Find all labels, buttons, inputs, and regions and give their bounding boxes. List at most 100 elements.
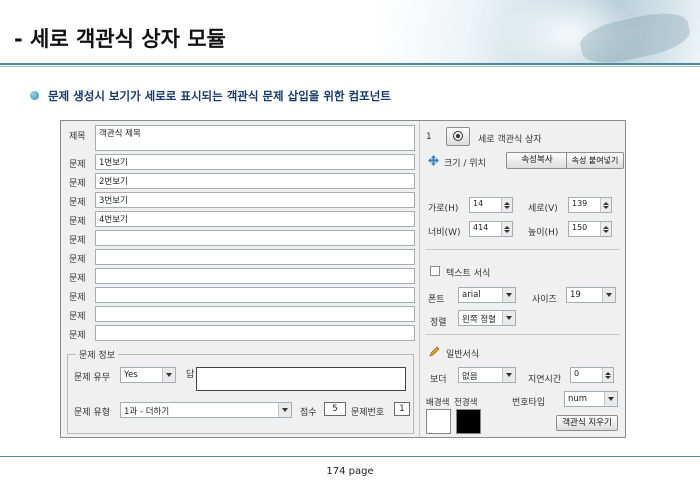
option-row: 문제 bbox=[61, 306, 418, 323]
bullet-icon bbox=[30, 91, 39, 100]
width-value: 414 bbox=[473, 223, 489, 232]
number-type-value: num bbox=[568, 394, 588, 404]
y-label: 세로(V) bbox=[528, 204, 558, 214]
option-label: 문제 bbox=[69, 274, 86, 284]
page-number: 174 page bbox=[326, 466, 374, 477]
text-format-checkbox[interactable] bbox=[430, 266, 440, 276]
copy-properties-button[interactable]: 속성복사 bbox=[506, 152, 568, 169]
option-row: 문제 bbox=[61, 325, 418, 342]
spinner-arrows-icon[interactable] bbox=[600, 198, 611, 212]
target-icon bbox=[453, 131, 463, 141]
border-label: 보더 bbox=[430, 375, 447, 385]
clear-choices-button[interactable]: 객관식 지우기 bbox=[556, 415, 618, 431]
type-select[interactable]: 1과 - 더하기 bbox=[120, 402, 292, 418]
presence-select[interactable]: Yes bbox=[120, 367, 176, 383]
option-input-3[interactable]: 3번보기 bbox=[95, 192, 415, 208]
question-editor-panel: 제목 객관식 제목 문제 1번보기 문제 2번보기 문제 3번보기 문제 4번보… bbox=[61, 121, 418, 437]
align-select[interactable]: 왼쪽 정렬 bbox=[458, 310, 516, 326]
footer-divider bbox=[0, 456, 700, 457]
qnum-input[interactable]: 1 bbox=[394, 402, 410, 416]
delay-spinner[interactable]: 0 bbox=[570, 367, 614, 383]
type-label: 문제 유형 bbox=[74, 408, 110, 418]
option-input-6[interactable] bbox=[95, 249, 415, 265]
x-spinner[interactable]: 14 bbox=[469, 197, 513, 213]
section-divider bbox=[426, 249, 620, 250]
option-row: 문제 3번보기 bbox=[61, 192, 418, 209]
general-format-label: 일반서식 bbox=[446, 350, 480, 360]
option-label: 문제 bbox=[69, 160, 86, 170]
question-info-legend: 문제 정보 bbox=[76, 348, 118, 361]
text-format-label: 텍스트 서식 bbox=[446, 269, 491, 279]
x-label: 가로(H) bbox=[428, 204, 459, 214]
align-label: 정렬 bbox=[430, 318, 447, 328]
title-label: 제목 bbox=[69, 132, 86, 142]
option-input-2[interactable]: 2번보기 bbox=[95, 173, 415, 189]
question-info-group: 문제 정보 문제 유무 Yes 답 문제 유형 1과 - 더하기 점수 5 문제… bbox=[67, 348, 414, 434]
font-label: 폰트 bbox=[428, 295, 445, 305]
height-spinner[interactable]: 150 bbox=[568, 221, 612, 237]
module-index: 1 bbox=[426, 132, 432, 142]
module-name: 세로 객관식 상자 bbox=[478, 135, 542, 145]
score-label: 점수 bbox=[300, 408, 317, 418]
size-label: 사이즈 bbox=[532, 295, 557, 305]
move-icon bbox=[428, 155, 439, 166]
option-label: 문제 bbox=[69, 198, 86, 208]
score-input[interactable]: 5 bbox=[324, 402, 346, 416]
slide-subtitle: 문제 생성시 보기가 세로로 표시되는 객관식 문제 삽입을 위한 컴포넌트 bbox=[48, 89, 391, 103]
chevron-down-icon bbox=[278, 403, 291, 417]
chevron-down-icon bbox=[162, 368, 175, 382]
option-row: 문제 bbox=[61, 268, 418, 285]
presence-label: 문제 유무 bbox=[74, 373, 110, 383]
option-row: 문제 bbox=[61, 287, 418, 304]
width-label: 너비(W) bbox=[428, 228, 461, 238]
option-row: 문제 2번보기 bbox=[61, 173, 418, 190]
size-position-label: 크기 / 위치 bbox=[444, 159, 486, 169]
spinner-arrows-icon[interactable] bbox=[501, 222, 512, 236]
answer-label: 답 bbox=[186, 370, 195, 380]
width-spinner[interactable]: 414 bbox=[469, 221, 513, 237]
title-row: 제목 객관식 제목 bbox=[61, 125, 418, 152]
height-label: 높이(H) bbox=[528, 228, 559, 238]
size-select[interactable]: 19 bbox=[566, 287, 616, 303]
font-select[interactable]: arial bbox=[458, 287, 516, 303]
option-label: 문제 bbox=[69, 312, 86, 322]
title-input[interactable]: 객관식 제목 bbox=[95, 125, 415, 151]
spinner-arrows-icon[interactable] bbox=[600, 222, 611, 236]
answer-input[interactable] bbox=[196, 367, 406, 391]
paste-properties-button[interactable]: 속성 붙여넣기 bbox=[566, 152, 624, 169]
x-value: 14 bbox=[473, 199, 484, 208]
option-input-5[interactable] bbox=[95, 230, 415, 246]
font-value: arial bbox=[462, 290, 481, 300]
module-target-button[interactable] bbox=[446, 127, 470, 146]
chevron-down-icon bbox=[502, 311, 515, 325]
option-input-10[interactable] bbox=[95, 325, 415, 341]
delay-value: 0 bbox=[574, 369, 580, 378]
size-value: 19 bbox=[570, 290, 581, 300]
bg-color-swatch[interactable] bbox=[426, 409, 451, 434]
bg-color-label: 배경색 bbox=[426, 398, 450, 408]
number-type-select[interactable]: num bbox=[564, 391, 618, 407]
y-spinner[interactable]: 139 bbox=[568, 197, 612, 213]
fg-color-swatch[interactable] bbox=[456, 409, 481, 434]
header-decoration bbox=[380, 0, 700, 64]
fg-color-label: 전경색 bbox=[454, 398, 478, 408]
spinner-arrows-icon[interactable] bbox=[602, 368, 613, 382]
option-input-9[interactable] bbox=[95, 306, 415, 322]
option-row: 문제 bbox=[61, 249, 418, 266]
multiple-choice-dialog: 제목 객관식 제목 문제 1번보기 문제 2번보기 문제 3번보기 문제 4번보… bbox=[60, 120, 626, 438]
spinner-arrows-icon[interactable] bbox=[501, 198, 512, 212]
option-input-1[interactable]: 1번보기 bbox=[95, 154, 415, 170]
chevron-down-icon bbox=[604, 392, 617, 406]
border-select[interactable]: 없음 bbox=[458, 367, 516, 383]
header-divider-thin bbox=[0, 66, 700, 67]
qnum-label: 문제번호 bbox=[351, 408, 385, 418]
option-input-8[interactable] bbox=[95, 287, 415, 303]
option-label: 문제 bbox=[69, 179, 86, 189]
delay-label: 지연시간 bbox=[528, 375, 562, 385]
option-input-7[interactable] bbox=[95, 268, 415, 284]
properties-panel: 1 세로 객관식 상자 크기 / 위치 속성복사 속성 붙여넣기 가로(H) 1… bbox=[419, 121, 625, 437]
number-type-label: 번호타입 bbox=[512, 398, 546, 408]
chevron-down-icon bbox=[502, 288, 515, 302]
option-label: 문제 bbox=[69, 236, 86, 246]
option-input-4[interactable]: 4번보기 bbox=[95, 211, 415, 227]
